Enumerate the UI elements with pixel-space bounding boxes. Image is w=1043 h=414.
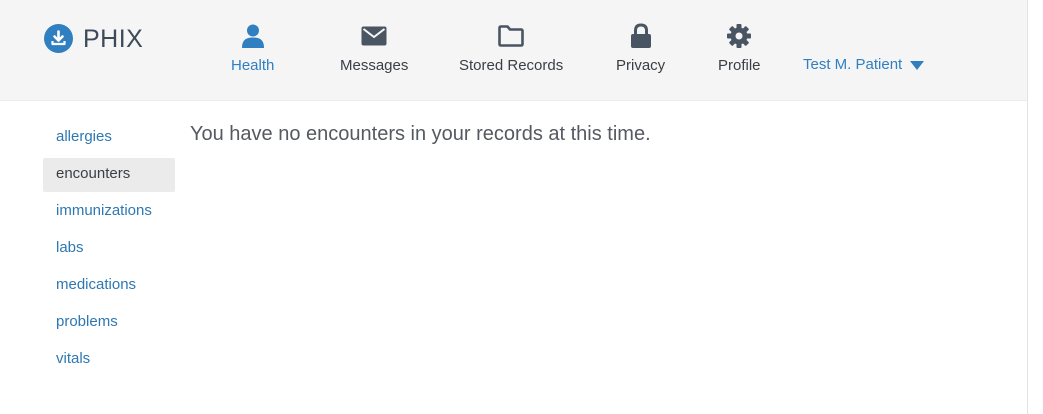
caret-down-icon [910,61,925,70]
nav-privacy-label: Privacy [616,57,666,74]
envelope-icon [361,22,387,50]
sidebar-item-problems[interactable]: problems [43,306,175,340]
sidebar-item-labs[interactable]: labs [43,232,175,266]
vertical-scrollbar[interactable] [1027,0,1043,414]
nav-health[interactable]: Health [231,22,274,74]
lock-icon [630,22,652,50]
nav-stored-records-label: Stored Records [459,57,564,74]
user-name: Test M. Patient [803,56,903,73]
person-icon [241,22,265,50]
nav-privacy[interactable]: Privacy [616,22,665,74]
nav-stored-records[interactable]: Stored Records [459,22,563,74]
nav-profile[interactable]: Profile [718,22,761,74]
sidebar-item-encounters[interactable]: encounters [43,158,175,192]
sidebar-item-vitals[interactable]: vitals [43,343,175,377]
sidebar-item-immunizations[interactable]: immunizations [43,195,175,229]
top-navbar: PHIX Health Messages Stored Records Priv… [0,0,1027,101]
nav-messages[interactable]: Messages [340,22,408,74]
folder-icon [498,22,524,50]
sidebar-item-allergies[interactable]: allergies [43,121,175,155]
page: PHIX Health Messages Stored Records Priv… [0,0,1027,414]
user-menu-dropdown[interactable]: Test M. Patient [803,56,925,73]
empty-state-message: You have no encounters in your records a… [190,123,651,145]
brand-name: PHIX [83,24,144,53]
nav-profile-label: Profile [718,57,761,74]
nav-health-label: Health [231,57,275,74]
download-icon [44,24,73,53]
sidebar-item-medications[interactable]: medications [43,269,175,303]
gear-icon [726,22,752,50]
sidebar-nav: allergies encounters immunizations labs … [43,121,175,380]
nav-messages-label: Messages [340,57,409,74]
brand-logo-link[interactable]: PHIX [44,24,143,53]
